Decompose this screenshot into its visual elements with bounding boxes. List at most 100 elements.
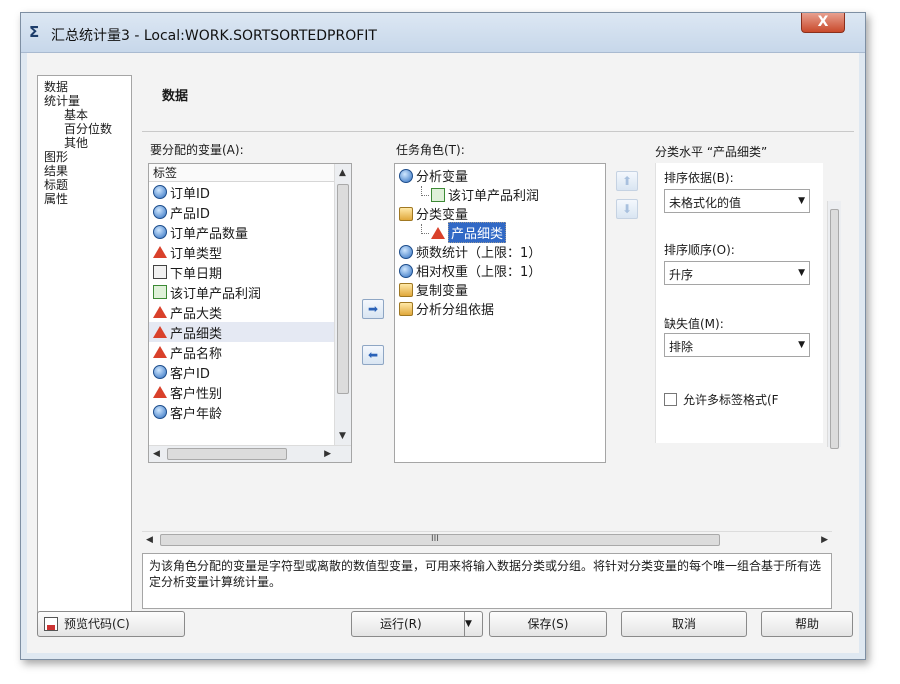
tree-item-label: 该订单产品利润 — [448, 189, 540, 204]
tree-item-label: 相对权重（上限：1） — [416, 265, 542, 280]
missing-select[interactable]: 排除 ▼ — [664, 333, 810, 357]
tree-item[interactable]: 频数统计（上限：1） — [395, 242, 605, 261]
variables-label: 要分配的变量(A): — [150, 143, 244, 157]
run-label: 运行(R) — [380, 617, 422, 631]
sort-by-value: 未格式化的值 — [669, 196, 742, 210]
list-item[interactable]: 订单ID — [149, 182, 351, 202]
preview-code-button[interactable]: 预览代码(C) — [37, 611, 185, 637]
variables-header[interactable]: 标签 — [149, 164, 351, 182]
list-item[interactable]: 客户性别 — [149, 382, 351, 402]
move-up-button[interactable]: ⬆ — [616, 171, 638, 191]
currency-icon — [153, 285, 167, 299]
list-item-label: 客户年龄 — [170, 406, 223, 422]
vscroll-thumb[interactable] — [337, 184, 349, 394]
multilabel-option[interactable]: 允许多标签格式(F — [664, 391, 779, 408]
tree-item[interactable]: 分析变量 — [395, 166, 605, 185]
currency-icon — [431, 187, 445, 202]
tree-item[interactable]: 分析分组依据 — [395, 299, 605, 318]
list-item[interactable]: 订单类型 — [149, 242, 351, 262]
preview-code-label: 预览代码(C) — [64, 617, 130, 631]
list-item[interactable]: 产品ID — [149, 202, 351, 222]
summary-statistics-window: Σ 汇总统计量3 - Local:WORK.SORTSORTEDPROFIT X… — [20, 12, 866, 660]
character-icon — [153, 386, 167, 398]
numeric-icon — [399, 263, 413, 278]
roles-label: 任务角色(T): — [396, 143, 465, 157]
tree-item[interactable]: 该订单产品利润 — [395, 185, 605, 204]
cancel-button[interactable]: 取消 — [621, 611, 747, 637]
arrow-down-icon: ⬇ — [621, 202, 633, 216]
arrow-right-icon: ➡ — [367, 302, 379, 316]
variables-vscroll[interactable]: ▲ ▼ — [334, 164, 351, 445]
class-panel-vscroll[interactable] — [827, 201, 841, 449]
arrow-left-icon: ⬅ — [367, 348, 379, 362]
list-item[interactable]: 产品大类 — [149, 302, 351, 322]
roles-tree[interactable]: 分析变量该订单产品利润 分类变量 产品细类 频数统计（上限：1） 相对权重（上限：1） 复… — [394, 163, 606, 463]
tree-item[interactable]: 产品细类 — [395, 222, 605, 243]
title-bar: Σ 汇总统计量3 - Local:WORK.SORTSORTEDPROFIT X — [21, 13, 865, 53]
list-item[interactable]: 产品细类 — [149, 322, 351, 342]
tree-item[interactable]: 复制变量 — [395, 280, 605, 299]
nav-item[interactable]: 百分位数 — [44, 122, 125, 136]
list-item[interactable]: 产品名称 — [149, 342, 351, 362]
chevron-down-icon: ▼ — [798, 268, 805, 278]
nav-item[interactable]: 统计量 — [44, 94, 125, 108]
close-button[interactable]: X — [801, 13, 845, 33]
nav-item[interactable]: 基本 — [44, 108, 125, 122]
scroll-right-icon[interactable]: ▶ — [821, 535, 828, 545]
list-item[interactable]: 下单日期 — [149, 262, 351, 282]
main-hscroll[interactable]: ◀ III ▶ — [142, 531, 832, 548]
run-button[interactable]: 运行(R) ▼ — [351, 611, 483, 637]
remove-from-role-button[interactable]: ⬅ — [362, 345, 384, 365]
scroll-up-icon[interactable]: ▲ — [339, 168, 346, 178]
list-item[interactable]: 客户年龄 — [149, 402, 351, 422]
variables-list[interactable]: 标签 订单ID 产品ID 订单产品数量订单类型 下单日期该订单产品利润 产品大类产品细类… — [148, 163, 352, 463]
list-item[interactable]: 客户ID — [149, 362, 351, 382]
character-icon — [153, 246, 167, 258]
nav-item[interactable]: 属性 — [44, 192, 125, 206]
list-item-label: 订单类型 — [170, 246, 223, 262]
sort-order-label: 排序顺序(O): — [664, 243, 735, 257]
list-item-label: 该订单产品利润 — [170, 286, 262, 302]
tree-item[interactable]: 分类变量 — [395, 204, 605, 223]
chevron-down-icon: ▼ — [798, 196, 805, 206]
nav-item[interactable]: 标题 — [44, 178, 125, 192]
list-item-label: 产品名称 — [170, 346, 223, 362]
sort-order-select[interactable]: 升序 ▼ — [664, 261, 810, 285]
sort-by-select[interactable]: 未格式化的值 ▼ — [664, 189, 810, 213]
move-down-button[interactable]: ⬇ — [616, 199, 638, 219]
add-to-role-button[interactable]: ➡ — [362, 299, 384, 319]
list-item-label: 订单ID — [170, 186, 210, 202]
list-item[interactable]: 订单产品数量 — [149, 222, 351, 242]
list-item-label: 产品细类 — [170, 326, 223, 342]
variables-items: 订单ID 产品ID 订单产品数量订单类型 下单日期该订单产品利润 产品大类产品细类产品名… — [149, 182, 351, 422]
character-icon — [153, 306, 167, 318]
list-item-label: 产品ID — [170, 206, 210, 222]
multilabel-checkbox[interactable] — [664, 393, 677, 406]
thumb-grip: III — [431, 534, 439, 544]
roles-items: 分析变量该订单产品利润 分类变量 产品细类 频数统计（上限：1） 相对权重（上限：1） 复… — [395, 164, 605, 318]
role-icon — [399, 301, 413, 316]
code-icon — [44, 617, 58, 631]
hscroll-thumb[interactable] — [167, 448, 287, 460]
vscroll-thumb[interactable] — [830, 209, 839, 449]
run-options-dropdown[interactable]: ▼ — [464, 612, 480, 636]
scroll-down-icon[interactable]: ▼ — [339, 431, 346, 441]
nav-item[interactable]: 其他 — [44, 136, 125, 150]
role-icon — [399, 206, 413, 221]
window-title: 汇总统计量3 - Local:WORK.SORTSORTEDPROFIT — [51, 28, 377, 44]
nav-item[interactable]: 结果 — [44, 164, 125, 178]
tree-item[interactable]: 相对权重（上限：1） — [395, 261, 605, 280]
numeric-icon — [399, 244, 413, 259]
list-item[interactable]: 该订单产品利润 — [149, 282, 351, 302]
nav-item[interactable]: 数据 — [44, 80, 125, 94]
page-title: 数据 — [162, 89, 189, 104]
scroll-right-icon[interactable]: ▶ — [324, 449, 331, 459]
variables-hscroll[interactable]: ◀ ▶ — [149, 445, 351, 462]
scroll-left-icon[interactable]: ◀ — [153, 449, 160, 459]
help-button[interactable]: 帮助 — [761, 611, 853, 637]
class-level-title: 分类水平 “产品细类” — [655, 145, 768, 159]
scroll-left-icon[interactable]: ◀ — [146, 535, 153, 545]
save-button[interactable]: 保存(S) — [489, 611, 607, 637]
nav-item[interactable]: 图形 — [44, 150, 125, 164]
hscroll-thumb[interactable]: III — [160, 534, 720, 546]
